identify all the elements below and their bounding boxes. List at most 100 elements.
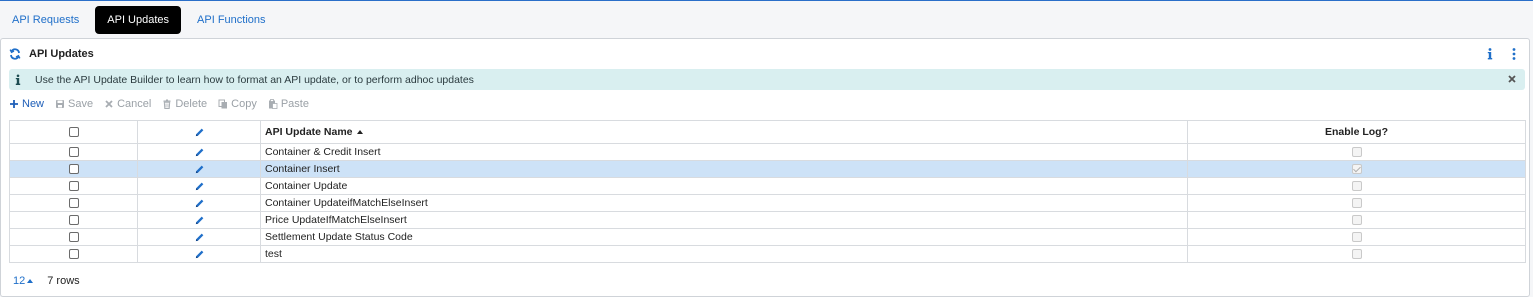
tab-api-functions[interactable]: API Functions xyxy=(185,6,277,34)
api-updates-panel: API Updates Use the API Update Builder t… xyxy=(0,38,1530,297)
api-update-name-cell[interactable]: Container Insert xyxy=(260,160,1188,178)
api-update-name-cell[interactable]: test xyxy=(260,245,1188,263)
new-button[interactable]: New xyxy=(9,98,44,110)
column-header-api-update-name[interactable]: API Update Name xyxy=(260,120,1188,144)
more-vertical-icon[interactable] xyxy=(1510,47,1518,61)
column-header-label: API Update Name xyxy=(265,126,353,138)
refresh-icon[interactable] xyxy=(9,48,21,60)
panel-header: API Updates xyxy=(9,47,94,61)
table-row[interactable]: Settlement Update Status Code xyxy=(9,228,1526,246)
column-header-label: Enable Log? xyxy=(1325,126,1388,138)
pencil-icon[interactable] xyxy=(194,215,205,226)
info-icon[interactable] xyxy=(1486,47,1494,61)
row-select-checkbox[interactable] xyxy=(68,198,79,209)
info-icon xyxy=(15,74,21,85)
trash-icon xyxy=(163,99,171,109)
row-select-cell xyxy=(9,211,138,229)
pencil-icon[interactable] xyxy=(194,127,205,138)
paste-button[interactable]: Paste xyxy=(268,98,309,110)
pencil-icon[interactable] xyxy=(194,164,205,175)
delete-button[interactable]: Delete xyxy=(162,98,207,110)
select-all-checkbox[interactable] xyxy=(68,127,79,138)
edit-header xyxy=(137,120,261,144)
row-select-checkbox[interactable] xyxy=(68,147,79,158)
pencil-icon[interactable] xyxy=(194,232,205,243)
table-row[interactable]: Price UpdateIfMatchElseInsert xyxy=(9,211,1526,229)
enable-log-checkbox xyxy=(1351,181,1362,192)
row-select-checkbox[interactable] xyxy=(68,181,79,192)
api-update-name-cell[interactable]: Settlement Update Status Code xyxy=(260,228,1188,246)
row-edit-cell xyxy=(137,211,261,229)
enable-log-cell xyxy=(1187,245,1526,263)
enable-log-checkbox xyxy=(1351,164,1362,175)
tab-api-requests[interactable]: API Requests xyxy=(0,6,91,34)
close-icon[interactable] xyxy=(1507,74,1517,84)
save-button-label: Save xyxy=(68,98,94,110)
enable-log-cell xyxy=(1187,194,1526,212)
row-edit-cell xyxy=(137,228,261,246)
row-count: 7 rows xyxy=(47,275,80,287)
page-size-value: 12 xyxy=(13,275,26,287)
api-update-name-cell[interactable]: Container & Credit Insert xyxy=(260,143,1188,161)
table-row[interactable]: Container Insert xyxy=(9,160,1526,178)
row-select-checkbox[interactable] xyxy=(68,232,79,243)
delete-button-label: Delete xyxy=(175,98,208,110)
enable-log-checkbox xyxy=(1351,232,1362,243)
enable-log-cell xyxy=(1187,228,1526,246)
page-size-dropdown[interactable]: 12 xyxy=(13,275,34,287)
column-header-enable-log[interactable]: Enable Log? xyxy=(1187,120,1526,144)
row-select-checkbox[interactable] xyxy=(68,249,79,260)
table-row[interactable]: Container & Credit Insert xyxy=(9,143,1526,161)
select-all-header xyxy=(9,120,138,144)
alert-message: Use the API Update Builder to learn how … xyxy=(35,73,474,86)
enable-log-cell xyxy=(1187,177,1526,195)
pencil-icon[interactable] xyxy=(194,249,205,260)
copy-button-label: Copy xyxy=(231,98,257,110)
cancel-button-label: Cancel xyxy=(117,98,152,110)
pencil-icon[interactable] xyxy=(194,198,205,209)
pencil-icon[interactable] xyxy=(194,181,205,192)
row-select-cell xyxy=(9,194,138,212)
api-update-name-cell[interactable]: Container UpdateifMatchElseInsert xyxy=(260,194,1188,212)
row-edit-cell xyxy=(137,143,261,161)
enable-log-cell xyxy=(1187,143,1526,161)
enable-log-cell xyxy=(1187,160,1526,178)
row-select-checkbox[interactable] xyxy=(68,215,79,226)
top-accent-line xyxy=(0,0,1533,1)
tab-api-updates[interactable]: API Updates xyxy=(95,6,182,34)
save-button[interactable]: Save xyxy=(55,98,93,110)
enable-log-checkbox xyxy=(1351,215,1362,226)
api-update-name-cell[interactable]: Price UpdateIfMatchElseInsert xyxy=(260,211,1188,229)
enable-log-checkbox xyxy=(1351,249,1362,260)
pencil-icon[interactable] xyxy=(194,147,205,158)
table-row[interactable]: Container Update xyxy=(9,177,1526,195)
row-edit-cell xyxy=(137,160,261,178)
api-updates-table: API Update Name Enable Log? Container & … xyxy=(9,120,1526,263)
panel-title: API Updates xyxy=(29,48,94,60)
row-select-cell xyxy=(9,160,138,178)
copy-button[interactable]: Copy xyxy=(218,98,257,110)
row-select-cell xyxy=(9,245,138,263)
sort-ascending-icon xyxy=(357,130,364,135)
cancel-icon xyxy=(105,100,113,108)
api-update-name-cell[interactable]: Container Update xyxy=(260,177,1188,195)
save-icon xyxy=(56,100,65,108)
table-row[interactable]: Container UpdateifMatchElseInsert xyxy=(9,194,1526,212)
row-edit-cell xyxy=(137,194,261,212)
row-edit-cell xyxy=(137,245,261,263)
paste-icon xyxy=(268,99,278,109)
row-edit-cell xyxy=(137,177,261,195)
plus-icon xyxy=(10,100,18,108)
enable-log-checkbox xyxy=(1351,147,1362,158)
caret-up-icon xyxy=(27,279,34,283)
paste-button-label: Paste xyxy=(280,98,309,110)
row-select-cell xyxy=(9,228,138,246)
enable-log-cell xyxy=(1187,211,1526,229)
new-button-label: New xyxy=(22,98,45,110)
enable-log-checkbox xyxy=(1351,198,1362,209)
row-select-checkbox[interactable] xyxy=(68,164,79,175)
table-header-row: API Update Name Enable Log? xyxy=(9,120,1526,144)
table-row[interactable]: test xyxy=(9,245,1526,263)
cancel-button[interactable]: Cancel xyxy=(104,98,151,110)
grid-footer: 12 7 rows xyxy=(13,275,80,287)
